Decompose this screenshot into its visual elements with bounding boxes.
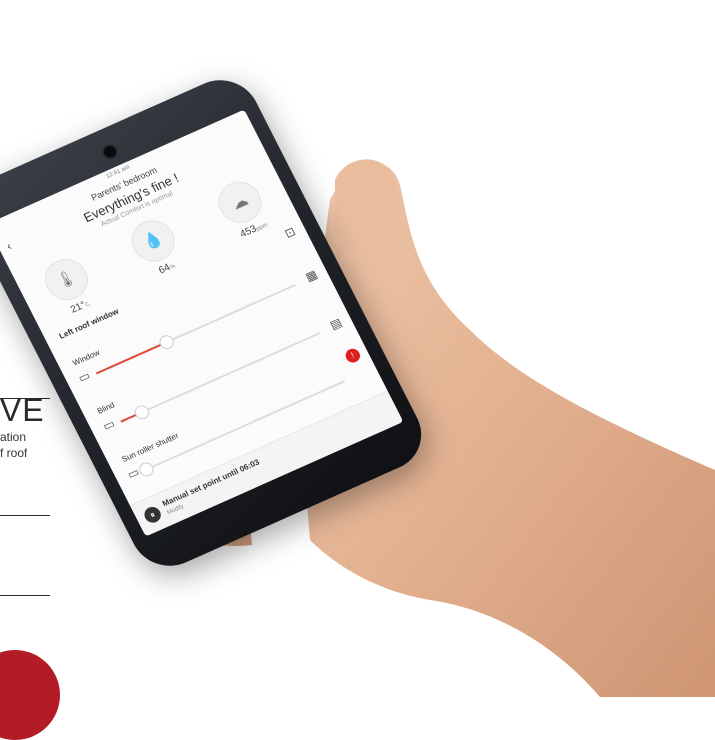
blind-open-icon: ▭	[100, 416, 118, 434]
co2-unit: ppm	[255, 222, 269, 233]
temperature-unit: C	[84, 301, 92, 309]
blind-closed-icon: ▤	[327, 315, 345, 333]
window-slider-fill	[95, 341, 167, 375]
alert-icon[interactable]: !	[343, 346, 363, 365]
pause-icon: ⏸	[141, 504, 164, 526]
blind-slider-handle[interactable]	[132, 403, 152, 422]
window-slider[interactable]	[95, 283, 296, 375]
window-open-icon: ⊡	[282, 224, 298, 241]
blind-slider[interactable]	[120, 332, 321, 423]
window-control-label: Window	[71, 347, 102, 368]
window-slider-handle[interactable]	[157, 332, 177, 352]
blind-control-label: Blind	[95, 400, 117, 416]
window-closed-icon: ▭	[75, 368, 93, 386]
window-full-icon: ▦	[302, 267, 320, 285]
